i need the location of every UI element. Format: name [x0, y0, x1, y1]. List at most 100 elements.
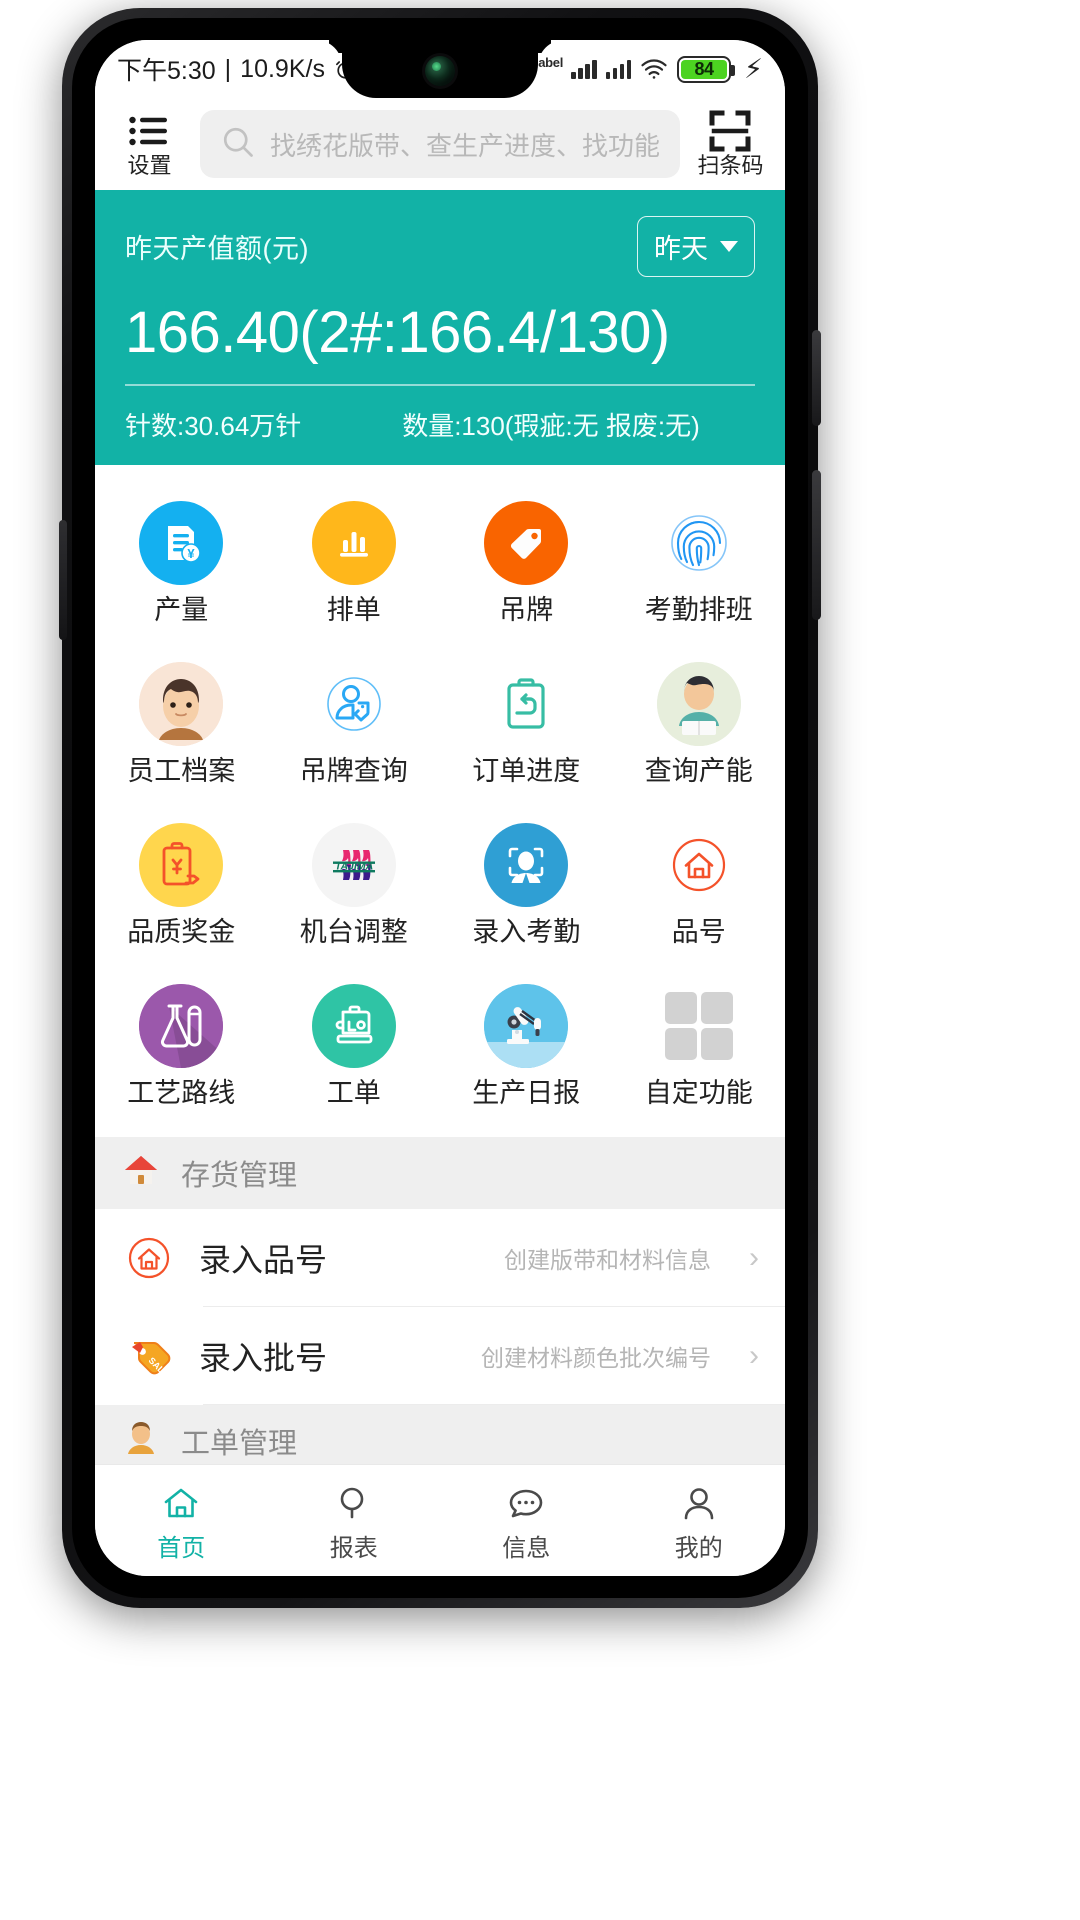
grid-item-diaopaichaxun[interactable]: 吊牌查询	[268, 648, 441, 801]
nav-label: 我的	[674, 1534, 723, 1562]
grid-squares-icon	[656, 983, 741, 1068]
signal-icon	[605, 59, 632, 79]
grid-item-chanliang[interactable]: ¥ 产量	[95, 487, 268, 640]
battery-icon: 84	[677, 55, 736, 83]
grid-item-pinzhijiangjin[interactable]: 品质奖金	[95, 809, 268, 962]
banner-title: 昨天产值额(元)	[125, 234, 309, 264]
settings-button[interactable]: 设置	[113, 111, 186, 177]
quantity-count: 数量:130(瑕疵:无 报废:无)	[402, 410, 700, 441]
app-header: 设置 找绣花版带、查生产进度、找功能 扫条码	[95, 98, 785, 190]
grid-item-label: 吊牌查询	[299, 755, 408, 786]
wifi-icon	[640, 58, 668, 80]
robot-arm-icon	[484, 983, 569, 1068]
nav-label: 信息	[502, 1534, 551, 1562]
house-outline-icon	[121, 1230, 177, 1286]
display-notch	[342, 40, 538, 98]
list-item-title: 录入批号	[199, 1339, 328, 1376]
student-reading-icon	[656, 661, 741, 746]
scrollable-content[interactable]: 下午5:30 | 10.9K/s 84 ⚡ 设置 找绣花版带、查生产进度、找功能…	[95, 40, 785, 1464]
search-placeholder: 找绣花版带、查生产进度、找功能	[269, 130, 660, 161]
employee-avatar-icon	[139, 661, 224, 746]
grid-item-label: 工单	[326, 1077, 381, 1108]
search-icon	[220, 124, 256, 165]
face-scan-person-icon	[484, 822, 569, 907]
signal-icon	[571, 59, 597, 79]
tajima-logo-icon: TAJIMA	[311, 822, 396, 907]
banner-header-row: 昨天产值额(元) 昨天	[125, 216, 755, 277]
grid-item-paidan[interactable]: 排单	[268, 487, 441, 640]
volume-button[interactable]	[812, 470, 821, 620]
list-item-subtitle: 创建材料颜色批次编号	[481, 1344, 711, 1371]
home-icon	[159, 1481, 203, 1530]
status-separator: |	[224, 54, 232, 83]
search-input[interactable]: 找绣花版带、查生产进度、找功能	[199, 110, 680, 178]
grid-item-yuangongdangan[interactable]: 员工档案	[95, 648, 268, 801]
grid-item-label: 员工档案	[127, 755, 236, 786]
clipboard-return-icon	[484, 661, 569, 746]
list-menu-icon	[129, 111, 169, 151]
grid-item-diaopai[interactable]: 吊牌	[440, 487, 613, 640]
nav-item-profile[interactable]: 我的	[613, 1481, 786, 1561]
production-value: 166.40(2#:166.4/130)	[125, 300, 670, 365]
grid-item-zidinggongneng[interactable]: 自定功能	[613, 970, 786, 1123]
scan-label: 扫条码	[697, 153, 764, 178]
feature-grid: ¥ 产量 排单 吊牌 考勤排班 员工档案 吊牌查询 订单进度 查询产能 品质奖金…	[95, 464, 786, 1137]
scan-frame-icon	[708, 110, 752, 152]
grid-item-label: 录入考勤	[472, 916, 581, 947]
grid-item-kaoqinpaiban[interactable]: 考勤排班	[613, 487, 786, 640]
grid-item-label: 产量	[154, 594, 209, 625]
period-label: 昨天	[654, 234, 708, 264]
front-camera-icon	[425, 56, 455, 86]
period-selector[interactable]: 昨天	[637, 216, 755, 277]
svg-text:¥: ¥	[188, 546, 196, 561]
bottom-navigation: 首页 报表 信息 我的	[95, 1464, 785, 1576]
house-outline-icon	[656, 822, 741, 907]
section-header-workorder: 工单管理	[95, 1404, 785, 1464]
house-emoji-icon	[121, 1150, 161, 1195]
chat-icon	[504, 1481, 548, 1530]
list-item-subtitle: 创建版带和材料信息	[504, 1246, 711, 1273]
grid-item-label: 吊牌	[499, 594, 554, 625]
list-item[interactable]: SALE 录入批号 创建材料颜色批次编号 ›	[95, 1306, 785, 1405]
list-item-title: 录入品号	[199, 1241, 328, 1278]
status-time: 下午5:30	[117, 57, 216, 85]
search-icon	[332, 1481, 376, 1530]
nav-item-messages[interactable]: 信息	[440, 1481, 613, 1561]
grid-item-pinhao[interactable]: 品号	[613, 809, 786, 962]
nav-item-home[interactable]: 首页	[95, 1481, 268, 1561]
phone-screen: 下午5:30 | 10.9K/s 84 ⚡ 设置 找绣花版带、查生产进度、找功能…	[95, 40, 785, 1576]
grid-item-shengchanribao[interactable]: 生产日报	[440, 970, 613, 1123]
grid-item-gongdan[interactable]: 工单	[268, 970, 441, 1123]
power-button[interactable]	[812, 330, 821, 426]
person-emoji-icon	[121, 1418, 161, 1463]
banner-stats-row: 针数:30.64万针 数量:130(瑕疵:无 报废:无)	[125, 406, 755, 443]
stitch-count: 针数:30.64万针	[125, 410, 302, 441]
section-header-inventory: 存货管理	[95, 1136, 785, 1209]
invoice-yuan-icon: ¥	[139, 500, 224, 585]
grid-item-dingdanjindu[interactable]: 订单进度	[440, 648, 613, 801]
grid-item-gongyiluxian[interactable]: 工艺路线	[95, 970, 268, 1123]
grid-item-label: 自定功能	[644, 1077, 753, 1108]
scan-barcode-button[interactable]: 扫条码	[694, 110, 767, 178]
nav-label: 报表	[329, 1534, 378, 1562]
nav-label: 首页	[157, 1534, 206, 1562]
person-icon	[677, 1481, 721, 1530]
chevron-down-icon	[720, 241, 738, 252]
grid-item-jitaitiaozheng[interactable]: TAJIMA 机台调整	[268, 809, 441, 962]
grid-item-chaxunchanneng[interactable]: 查询产能	[613, 648, 786, 801]
settings-label: 设置	[127, 153, 172, 178]
grid-item-label: 工艺路线	[127, 1077, 236, 1108]
grid-item-label: 订单进度	[472, 755, 581, 786]
left-side-button[interactable]	[59, 520, 67, 640]
svg-text:TAJIMA: TAJIMA	[335, 860, 373, 872]
grid-item-lurukaoqin[interactable]: 录入考勤	[440, 809, 613, 962]
list-item[interactable]: 录入品号 创建版带和材料信息 ›	[95, 1208, 785, 1307]
grid-item-label: 机台调整	[299, 916, 408, 947]
price-tag-icon	[484, 500, 569, 585]
flask-tube-icon	[139, 983, 224, 1068]
bar-chart-icon	[311, 500, 396, 585]
status-network-speed: 10.9K/s	[240, 54, 325, 83]
person-tag-icon	[311, 661, 396, 746]
nav-item-reports[interactable]: 报表	[268, 1481, 441, 1561]
sale-tag-icon: SALE	[121, 1328, 177, 1384]
